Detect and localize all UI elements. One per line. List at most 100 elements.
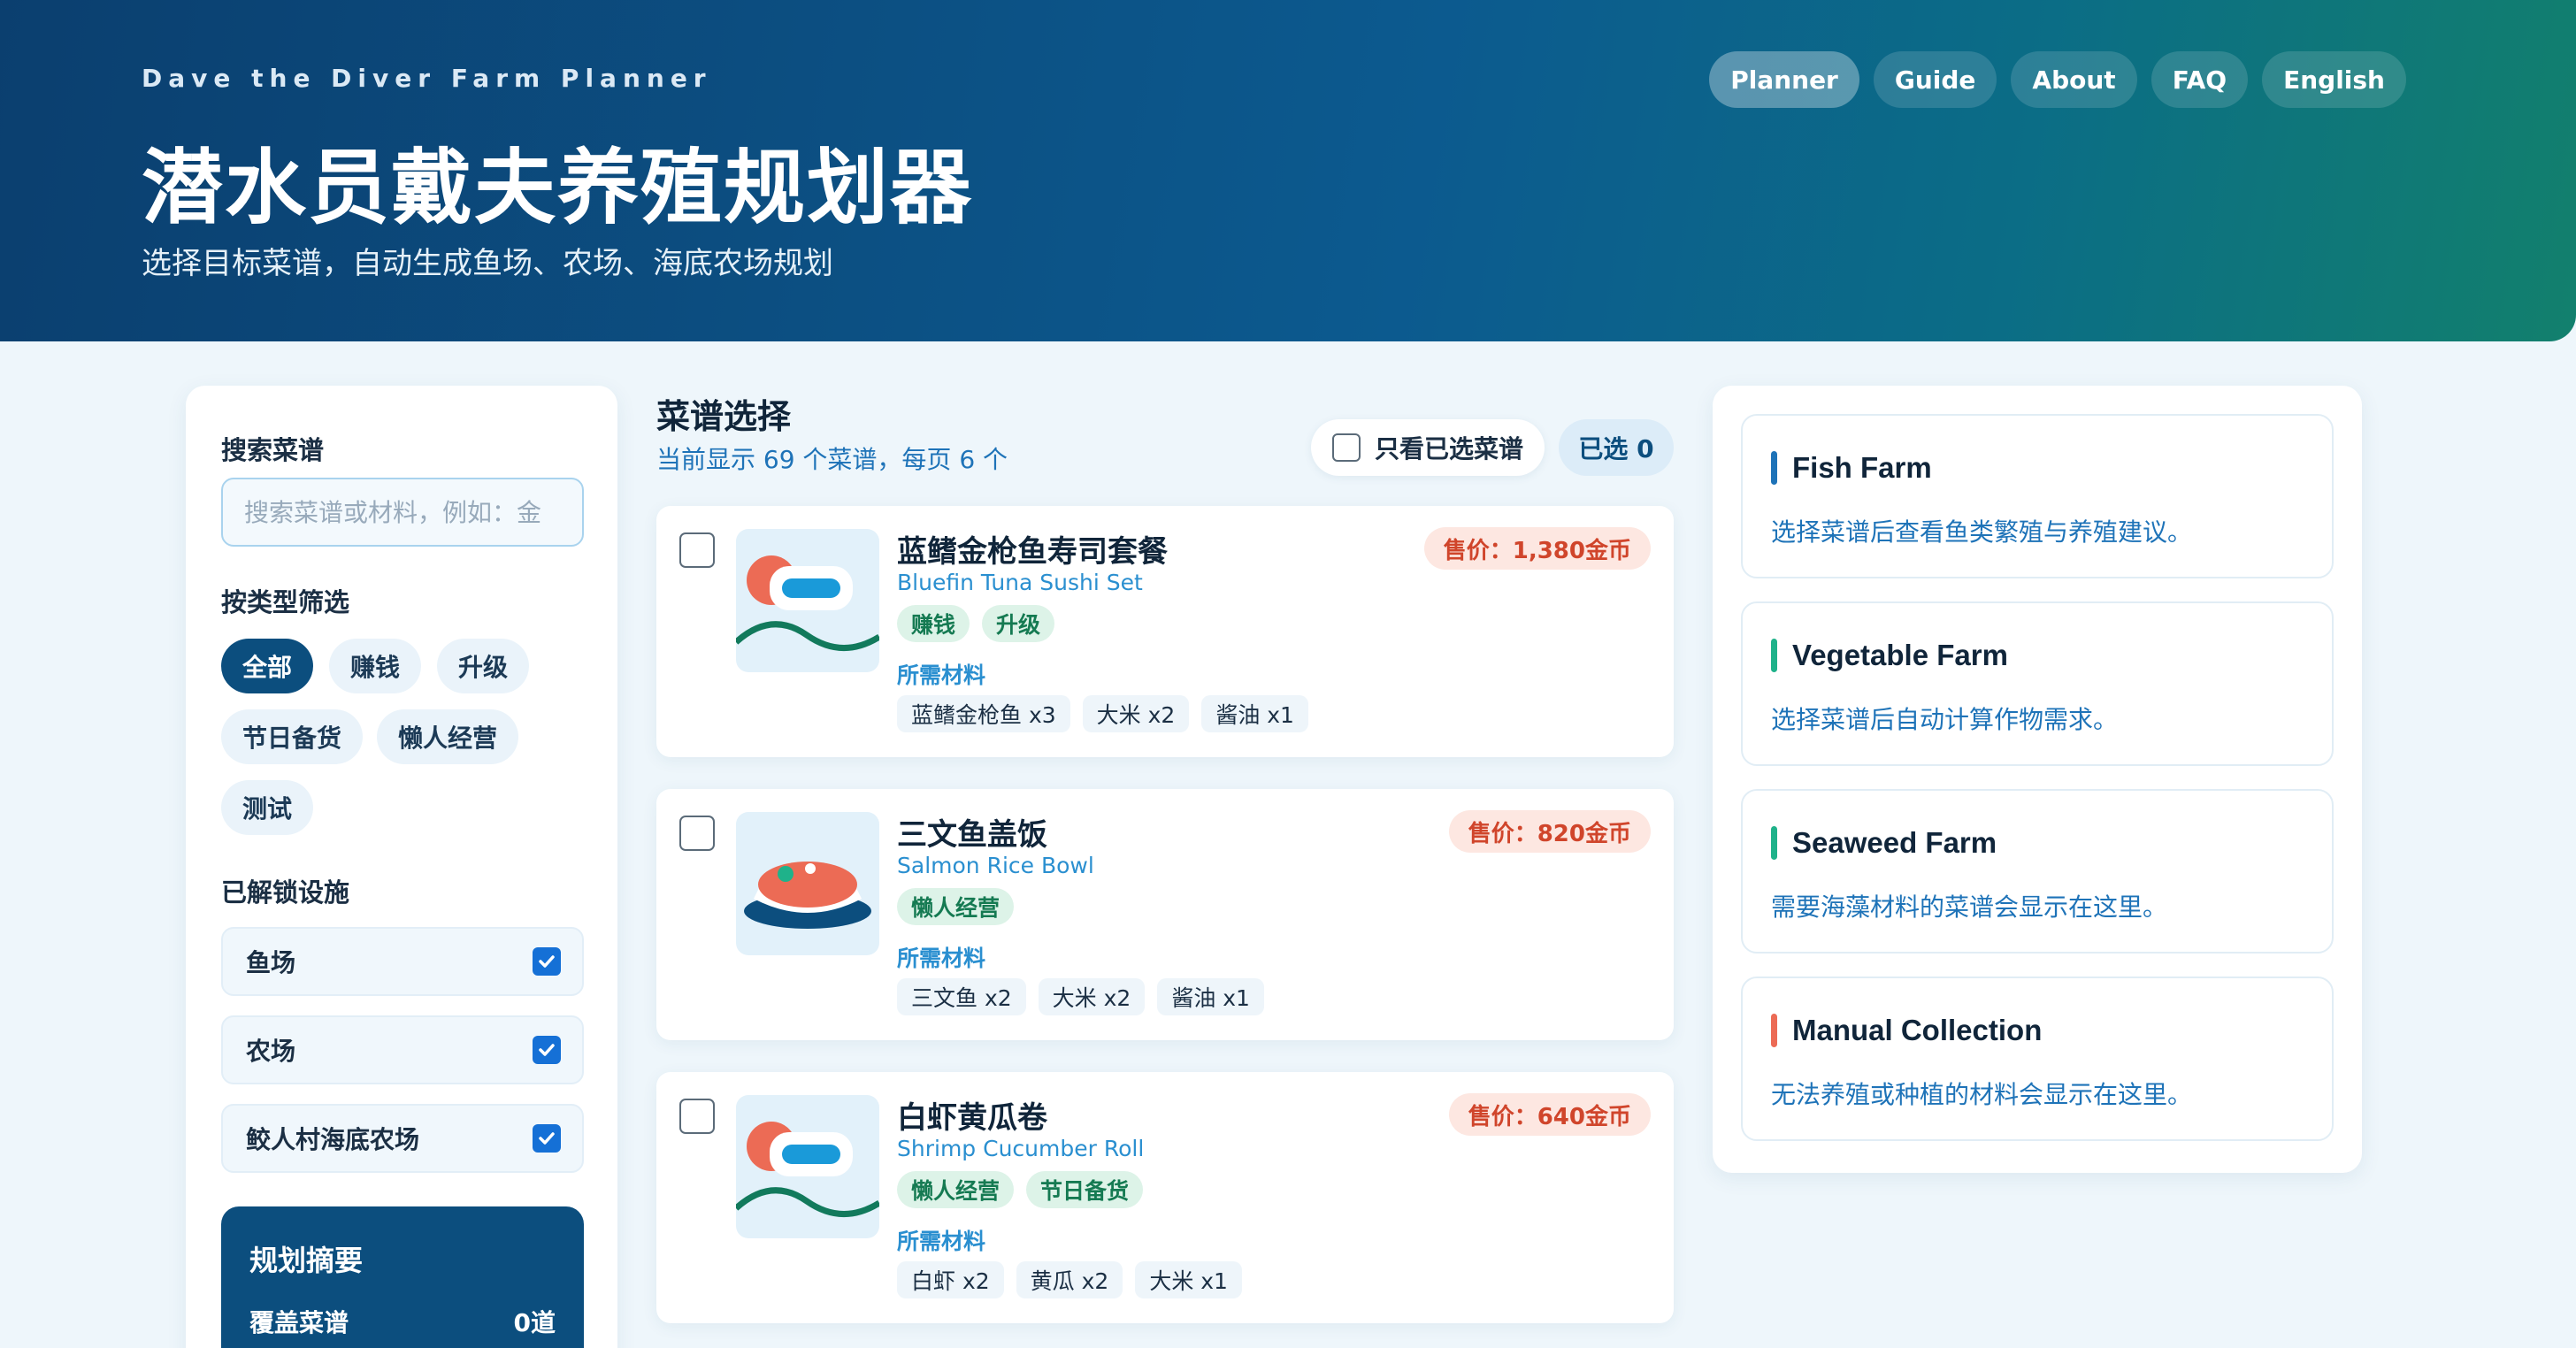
material-chip: 黄瓜 x2 [1016, 1261, 1123, 1298]
filter-chip-upgrade[interactable]: 升级 [437, 639, 530, 693]
sushi-icon [736, 529, 879, 672]
recipe-name-en: Bluefin Tuna Sushi Set [897, 570, 1143, 595]
manual-collection-card: Manual Collection 无法养殖或种植的材料会显示在这里。 [1741, 977, 2334, 1141]
material-chip: 蓝鳍金枪鱼 x3 [897, 695, 1070, 732]
recipe-name: 白虾黄瓜卷 [897, 1100, 1047, 1136]
facility-checkbox[interactable] [533, 1036, 561, 1064]
vegetable-farm-accent [1771, 639, 1777, 672]
filter-sidebar: 搜索菜谱 按类型筛选 全部 赚钱 升级 节日备货 懒人经营 测试 已解锁设施 鱼… [186, 386, 617, 1348]
recipe-card[interactable]: 蓝鳍金枪鱼寿司套餐 Bluefin Tuna Sushi Set 售价：1,38… [656, 506, 1674, 757]
farm-desc: 选择菜谱后查看鱼类繁殖与养殖建议。 [1771, 517, 2193, 547]
materials-list: 白虾 x2 黄瓜 x2 大米 x1 [897, 1261, 1242, 1298]
recipe-checkbox[interactable] [679, 532, 715, 568]
top-nav: Planner Guide About FAQ English [1709, 51, 2406, 108]
only-selected-checkbox[interactable] [1332, 433, 1361, 462]
farm-title: Manual Collection [1792, 1014, 2043, 1046]
materials-list: 蓝鳍金枪鱼 x3 大米 x2 酱油 x1 [897, 695, 1308, 732]
farm-desc: 需要海藻材料的菜谱会显示在这里。 [1771, 892, 2168, 922]
farm-title: Fish Farm [1792, 451, 1932, 484]
materials-label: 所需材料 [897, 1229, 986, 1254]
filter-chip-festival[interactable]: 节日备货 [221, 709, 364, 764]
check-icon [539, 1044, 555, 1056]
summary-title: 规划摘要 [249, 1244, 364, 1277]
recipe-name: 三文鱼盖饭 [897, 817, 1047, 853]
recipe-name-en: Salmon Rice Bowl [897, 853, 1094, 878]
search-input[interactable] [221, 478, 584, 547]
nav-guide[interactable]: Guide [1873, 51, 1997, 108]
facility-farm[interactable]: 农场 [221, 1015, 584, 1084]
vegetable-farm-card: Vegetable Farm 选择菜谱后自动计算作物需求。 [1741, 601, 2334, 766]
recipe-section-subtitle: 当前显示 69 个菜谱，每页 6 个 [656, 445, 1008, 474]
farm-title: Vegetable Farm [1792, 639, 2008, 671]
filter-chip-test[interactable]: 测试 [221, 780, 314, 835]
filter-chip-lazy[interactable]: 懒人经营 [377, 709, 519, 764]
selected-count-badge: 已选 0 [1559, 419, 1674, 476]
recipe-price: 售价：820金币 [1448, 810, 1651, 853]
filter-label: 按类型筛选 [221, 587, 350, 617]
facility-fish-farm[interactable]: 鱼场 [221, 927, 584, 996]
nav-planner[interactable]: Planner [1709, 51, 1859, 108]
nav-faq[interactable]: FAQ [2150, 51, 2249, 108]
facility-checkbox[interactable] [533, 1124, 561, 1153]
page-title: 潜水员戴夫养殖规划器 [142, 141, 974, 235]
materials-label: 所需材料 [897, 946, 986, 971]
material-chip: 大米 x2 [1038, 978, 1146, 1015]
recipe-tag: 懒人经营 [897, 888, 1015, 925]
recipe-card[interactable]: 白虾黄瓜卷 Shrimp Cucumber Roll 售价：640金币 懒人经营… [656, 1072, 1674, 1323]
sushi-icon [736, 1095, 879, 1238]
summary-row: 覆盖菜谱 0道 [249, 1304, 556, 1339]
fish-farm-accent [1771, 451, 1777, 485]
seaweed-farm-card: Seaweed Farm 需要海藻材料的菜谱会显示在这里。 [1741, 789, 2334, 954]
facility-seafloor-farm[interactable]: 鲛人村海底农场 [221, 1104, 584, 1173]
recipe-section-title: 菜谱选择 [656, 397, 792, 436]
plan-summary: 规划摘要 覆盖菜谱 0道 [221, 1206, 584, 1348]
materials-list: 三文鱼 x2 大米 x2 酱油 x1 [897, 978, 1264, 1015]
farm-desc: 无法养殖或种植的材料会显示在这里。 [1771, 1080, 2193, 1109]
farm-plan-panel: Fish Farm 选择菜谱后查看鱼类繁殖与养殖建议。 Vegetable Fa… [1713, 386, 2362, 1173]
facility-label: 农场 [246, 1037, 296, 1066]
material-chip: 酱油 x1 [1201, 695, 1308, 732]
fish-farm-card: Fish Farm 选择菜谱后查看鱼类繁殖与养殖建议。 [1741, 414, 2334, 578]
facility-label: 鱼场 [246, 948, 296, 977]
nav-about[interactable]: About [2011, 51, 2137, 108]
recipe-tags: 懒人经营 [897, 888, 1015, 925]
recipe-name-en: Shrimp Cucumber Roll [897, 1136, 1145, 1161]
facility-checkbox[interactable] [533, 947, 561, 976]
recipe-checkbox[interactable] [679, 1099, 715, 1134]
recipe-tag: 节日备货 [1026, 1171, 1144, 1208]
recipe-price: 售价：640金币 [1448, 1093, 1651, 1136]
material-chip: 三文鱼 x2 [897, 978, 1026, 1015]
farm-desc: 选择菜谱后自动计算作物需求。 [1771, 705, 2119, 734]
recipe-tag: 赚钱 [897, 605, 970, 642]
materials-label: 所需材料 [897, 663, 986, 688]
summary-row-value: 0道 [513, 1308, 556, 1337]
only-selected-toggle[interactable]: 只看已选菜谱 [1311, 419, 1545, 476]
facilities-label: 已解锁设施 [221, 877, 350, 908]
material-chip: 大米 x2 [1082, 695, 1190, 732]
filter-chip-all[interactable]: 全部 [221, 639, 314, 693]
recipe-tags: 懒人经营 节日备货 [897, 1171, 1144, 1208]
material-chip: 酱油 x1 [1157, 978, 1264, 1015]
seaweed-farm-accent [1771, 826, 1777, 860]
site-eyebrow: Dave the Diver Farm Planner [142, 64, 712, 93]
summary-row-label: 覆盖菜谱 [249, 1308, 349, 1337]
filter-chip-profit[interactable]: 赚钱 [329, 639, 422, 693]
search-label: 搜索菜谱 [221, 435, 325, 465]
facility-label: 鲛人村海底农场 [246, 1125, 420, 1154]
material-chip: 白虾 x2 [897, 1261, 1004, 1298]
material-chip: 大米 x1 [1135, 1261, 1242, 1298]
recipe-tag: 升级 [982, 605, 1055, 642]
page-subtitle: 选择目标菜谱，自动生成鱼场、农场、海底农场规划 [142, 246, 833, 281]
recipe-price: 售价：1,380金币 [1423, 527, 1651, 570]
recipe-tags: 赚钱 升级 [897, 605, 1055, 642]
rice-bowl-icon [736, 812, 879, 955]
only-selected-label: 只看已选菜谱 [1375, 434, 1524, 463]
header-banner: Dave the Diver Farm Planner 潜水员戴夫养殖规划器 选… [0, 0, 2576, 341]
recipe-checkbox[interactable] [679, 816, 715, 851]
farm-title: Seaweed Farm [1792, 826, 1997, 859]
check-icon [539, 1132, 555, 1145]
nav-language[interactable]: English [2262, 51, 2406, 108]
manual-collection-accent [1771, 1014, 1777, 1047]
check-icon [539, 955, 555, 968]
recipe-card[interactable]: 三文鱼盖饭 Salmon Rice Bowl 售价：820金币 懒人经营 所需材… [656, 789, 1674, 1040]
